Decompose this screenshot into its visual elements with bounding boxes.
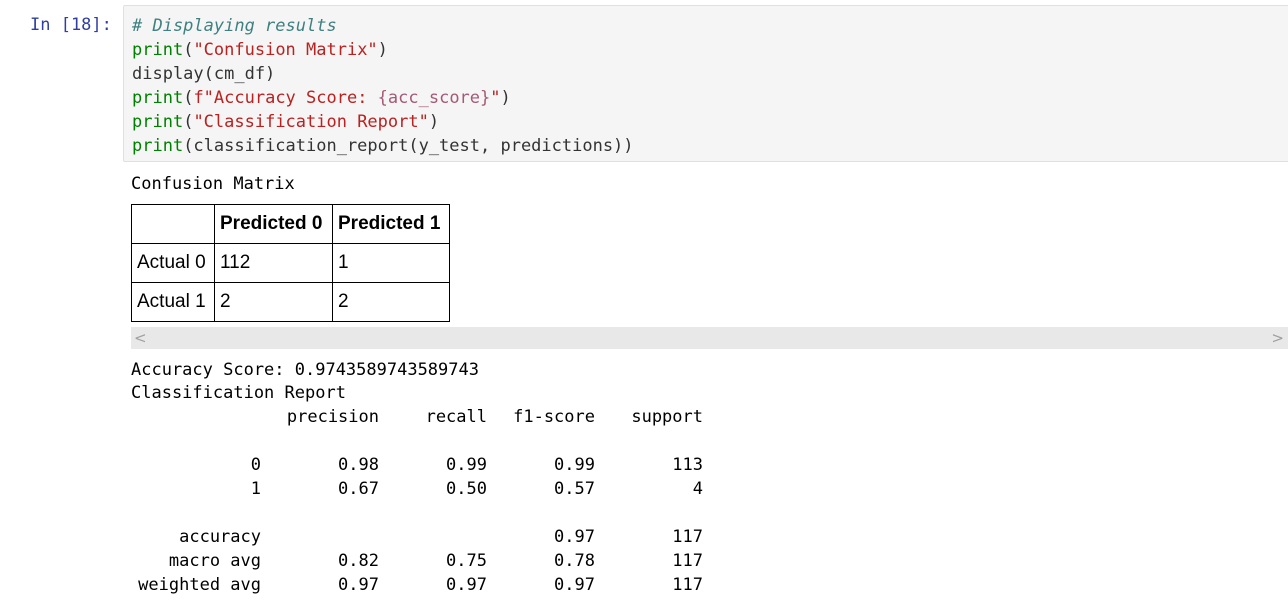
code-line-2: print("Confusion Matrix") (132, 38, 634, 62)
table-row: Actual 0 112 1 (131, 243, 450, 283)
code-line-4: print(f"Accuracy Score: {acc_score}") (132, 86, 634, 110)
table-cell: 2 (332, 282, 450, 322)
report-value: 0.97 (554, 575, 595, 595)
code-string: f"Accuracy Score: (193, 88, 378, 108)
report-row-label: macro avg (168, 551, 261, 571)
table-row-label: Actual 1 (131, 282, 215, 322)
output-accuracy-line: Accuracy Score: 0.9743589743589743 (131, 360, 479, 380)
report-row-label: weighted avg (138, 575, 261, 595)
code-paren: ( (183, 40, 194, 60)
horizontal-scrollbar[interactable]: < > (131, 327, 1288, 349)
report-value: 117 (672, 551, 703, 571)
report-value: 0.99 (554, 455, 595, 475)
report-value: 0.75 (446, 551, 487, 571)
report-value: 0.97 (338, 575, 379, 595)
code-paren: ( (183, 112, 194, 132)
code-paren: ) (500, 88, 511, 108)
code-comment: # Displaying results (132, 16, 337, 36)
report-value: 4 (692, 479, 703, 499)
confusion-matrix-table: Predicted 0 Predicted 1 Actual 0 112 1 A… (131, 204, 450, 322)
code-interpolation: {acc_score} (377, 88, 491, 108)
report-column-header: precision (286, 407, 379, 427)
code-text: display(cm_df) (132, 64, 276, 84)
code-line-5: print("Classification Report") (132, 110, 634, 134)
table-cell: 2 (214, 282, 333, 322)
table-header-row: Predicted 0 Predicted 1 (131, 204, 450, 244)
report-column-header: f1-score (513, 407, 595, 427)
scroll-right-arrow-icon[interactable]: > (1271, 328, 1284, 348)
code-string: "Confusion Matrix" (193, 40, 378, 60)
scroll-left-arrow-icon[interactable]: < (134, 328, 147, 348)
report-value: 117 (672, 575, 703, 595)
code-builtin: print (132, 112, 184, 132)
code-paren: ( (183, 88, 194, 108)
report-value: 0.67 (338, 479, 379, 499)
table-row: Actual 1 2 2 (131, 282, 450, 322)
report-value: 0.99 (446, 455, 487, 475)
code-string: " (490, 88, 501, 108)
code-string: "Classification Report" (193, 112, 429, 132)
report-value: 0.82 (338, 551, 379, 571)
output-confusion-title: Confusion Matrix (131, 174, 295, 194)
report-value: 0.78 (554, 551, 595, 571)
output-report-title: Classification Report (131, 383, 346, 403)
table-header-cell: Predicted 1 (332, 204, 450, 244)
cell-prompt: In [18]: (30, 15, 112, 35)
report-value: 0.98 (338, 455, 379, 475)
report-value: 117 (672, 527, 703, 547)
code-line-3: display(cm_df) (132, 62, 634, 86)
report-row-label: 0 (250, 455, 261, 475)
code-builtin: print (132, 136, 184, 156)
code-builtin: print (132, 40, 184, 60)
code-paren: ) (428, 112, 440, 132)
code-builtin: print (132, 88, 184, 108)
table-header-cell (131, 204, 215, 244)
report-column-header: support (631, 407, 703, 427)
report-value: 0.57 (554, 479, 595, 499)
report-value: 0.97 (554, 527, 595, 547)
report-column-header: recall (425, 407, 487, 427)
code-editor[interactable]: # Displaying results print("Confusion Mat… (132, 14, 634, 158)
report-value: 0.97 (446, 575, 487, 595)
table-cell: 112 (214, 243, 333, 283)
code-line-6: print(classification_report(y_test, pred… (132, 134, 634, 158)
report-row-label: 1 (250, 479, 261, 499)
table-header-cell: Predicted 0 (214, 204, 333, 244)
report-value: 113 (672, 455, 703, 475)
report-row-label: accuracy (179, 527, 261, 547)
code-cell-input[interactable]: # Displaying results print("Confusion Mat… (123, 5, 1288, 162)
code-text: (classification_report(y_test, predictio… (183, 136, 634, 156)
code-paren: ) (377, 40, 388, 60)
table-row-label: Actual 0 (131, 243, 215, 283)
table-cell: 1 (332, 243, 450, 283)
report-value: 0.50 (446, 479, 487, 499)
code-line-1: # Displaying results (132, 14, 634, 38)
